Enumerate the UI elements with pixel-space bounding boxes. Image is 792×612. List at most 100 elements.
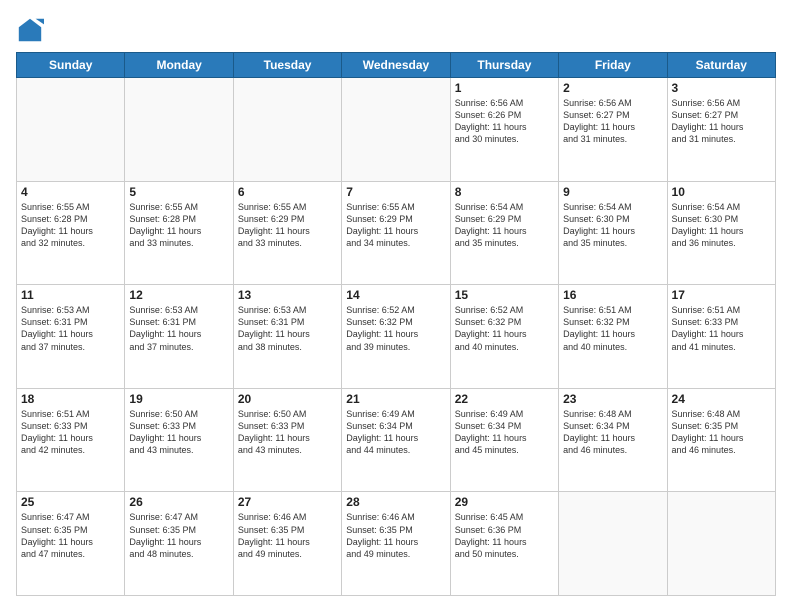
day-number: 2 [563, 81, 662, 95]
day-number: 10 [672, 185, 771, 199]
day-info: Sunrise: 6:48 AM Sunset: 6:34 PM Dayligh… [563, 408, 662, 457]
calendar-cell [342, 78, 450, 182]
calendar-cell: 20 Sunrise: 6:50 AM Sunset: 6:33 PM Dayli… [233, 388, 341, 492]
day-number: 11 [21, 288, 120, 302]
calendar-cell: 25 Sunrise: 6:47 AM Sunset: 6:35 PM Dayli… [17, 492, 125, 596]
calendar-cell: 24 Sunrise: 6:48 AM Sunset: 6:35 PM Dayli… [667, 388, 775, 492]
day-number: 27 [238, 495, 337, 509]
day-info: Sunrise: 6:56 AM Sunset: 6:27 PM Dayligh… [672, 97, 771, 146]
calendar-cell [667, 492, 775, 596]
day-number: 12 [129, 288, 228, 302]
page: SundayMondayTuesdayWednesdayThursdayFrid… [0, 0, 792, 612]
day-number: 4 [21, 185, 120, 199]
day-info: Sunrise: 6:49 AM Sunset: 6:34 PM Dayligh… [455, 408, 554, 457]
calendar-cell: 12 Sunrise: 6:53 AM Sunset: 6:31 PM Dayli… [125, 285, 233, 389]
day-number: 17 [672, 288, 771, 302]
calendar-cell: 28 Sunrise: 6:46 AM Sunset: 6:35 PM Dayli… [342, 492, 450, 596]
day-number: 21 [346, 392, 445, 406]
day-info: Sunrise: 6:45 AM Sunset: 6:36 PM Dayligh… [455, 511, 554, 560]
header [16, 16, 776, 44]
weekday-header: Friday [559, 53, 667, 78]
calendar-cell: 8 Sunrise: 6:54 AM Sunset: 6:29 PM Daylig… [450, 181, 558, 285]
day-info: Sunrise: 6:48 AM Sunset: 6:35 PM Dayligh… [672, 408, 771, 457]
day-info: Sunrise: 6:54 AM Sunset: 6:29 PM Dayligh… [455, 201, 554, 250]
weekday-header: Sunday [17, 53, 125, 78]
calendar-cell: 29 Sunrise: 6:45 AM Sunset: 6:36 PM Dayli… [450, 492, 558, 596]
calendar-cell [125, 78, 233, 182]
calendar-cell: 15 Sunrise: 6:52 AM Sunset: 6:32 PM Dayli… [450, 285, 558, 389]
day-number: 3 [672, 81, 771, 95]
weekday-header: Thursday [450, 53, 558, 78]
day-number: 16 [563, 288, 662, 302]
calendar-cell: 10 Sunrise: 6:54 AM Sunset: 6:30 PM Dayli… [667, 181, 775, 285]
day-info: Sunrise: 6:53 AM Sunset: 6:31 PM Dayligh… [238, 304, 337, 353]
day-number: 26 [129, 495, 228, 509]
day-number: 20 [238, 392, 337, 406]
day-info: Sunrise: 6:55 AM Sunset: 6:28 PM Dayligh… [21, 201, 120, 250]
weekday-header: Tuesday [233, 53, 341, 78]
day-info: Sunrise: 6:56 AM Sunset: 6:26 PM Dayligh… [455, 97, 554, 146]
day-number: 22 [455, 392, 554, 406]
calendar-cell: 27 Sunrise: 6:46 AM Sunset: 6:35 PM Dayli… [233, 492, 341, 596]
calendar-cell [559, 492, 667, 596]
calendar-week-row: 11 Sunrise: 6:53 AM Sunset: 6:31 PM Dayli… [17, 285, 776, 389]
calendar-cell: 22 Sunrise: 6:49 AM Sunset: 6:34 PM Dayli… [450, 388, 558, 492]
calendar-week-row: 4 Sunrise: 6:55 AM Sunset: 6:28 PM Daylig… [17, 181, 776, 285]
day-info: Sunrise: 6:50 AM Sunset: 6:33 PM Dayligh… [238, 408, 337, 457]
day-info: Sunrise: 6:55 AM Sunset: 6:29 PM Dayligh… [238, 201, 337, 250]
day-number: 14 [346, 288, 445, 302]
day-info: Sunrise: 6:56 AM Sunset: 6:27 PM Dayligh… [563, 97, 662, 146]
day-number: 8 [455, 185, 554, 199]
logo [16, 16, 48, 44]
calendar-cell: 3 Sunrise: 6:56 AM Sunset: 6:27 PM Daylig… [667, 78, 775, 182]
day-number: 25 [21, 495, 120, 509]
day-info: Sunrise: 6:50 AM Sunset: 6:33 PM Dayligh… [129, 408, 228, 457]
calendar-cell: 19 Sunrise: 6:50 AM Sunset: 6:33 PM Dayli… [125, 388, 233, 492]
day-info: Sunrise: 6:54 AM Sunset: 6:30 PM Dayligh… [672, 201, 771, 250]
calendar-cell [233, 78, 341, 182]
calendar-cell: 7 Sunrise: 6:55 AM Sunset: 6:29 PM Daylig… [342, 181, 450, 285]
calendar-cell: 5 Sunrise: 6:55 AM Sunset: 6:28 PM Daylig… [125, 181, 233, 285]
calendar-week-row: 25 Sunrise: 6:47 AM Sunset: 6:35 PM Dayli… [17, 492, 776, 596]
day-number: 18 [21, 392, 120, 406]
day-number: 29 [455, 495, 554, 509]
weekday-header: Monday [125, 53, 233, 78]
day-info: Sunrise: 6:53 AM Sunset: 6:31 PM Dayligh… [129, 304, 228, 353]
day-info: Sunrise: 6:49 AM Sunset: 6:34 PM Dayligh… [346, 408, 445, 457]
weekday-header: Wednesday [342, 53, 450, 78]
day-info: Sunrise: 6:54 AM Sunset: 6:30 PM Dayligh… [563, 201, 662, 250]
calendar-cell: 4 Sunrise: 6:55 AM Sunset: 6:28 PM Daylig… [17, 181, 125, 285]
day-info: Sunrise: 6:47 AM Sunset: 6:35 PM Dayligh… [129, 511, 228, 560]
day-info: Sunrise: 6:52 AM Sunset: 6:32 PM Dayligh… [346, 304, 445, 353]
day-number: 13 [238, 288, 337, 302]
day-number: 9 [563, 185, 662, 199]
day-info: Sunrise: 6:47 AM Sunset: 6:35 PM Dayligh… [21, 511, 120, 560]
day-number: 28 [346, 495, 445, 509]
day-number: 15 [455, 288, 554, 302]
day-info: Sunrise: 6:51 AM Sunset: 6:33 PM Dayligh… [21, 408, 120, 457]
weekday-header: Saturday [667, 53, 775, 78]
day-number: 1 [455, 81, 554, 95]
day-number: 5 [129, 185, 228, 199]
logo-icon [16, 16, 44, 44]
day-number: 19 [129, 392, 228, 406]
calendar-cell: 21 Sunrise: 6:49 AM Sunset: 6:34 PM Dayli… [342, 388, 450, 492]
calendar-cell: 9 Sunrise: 6:54 AM Sunset: 6:30 PM Daylig… [559, 181, 667, 285]
calendar-cell: 26 Sunrise: 6:47 AM Sunset: 6:35 PM Dayli… [125, 492, 233, 596]
day-info: Sunrise: 6:52 AM Sunset: 6:32 PM Dayligh… [455, 304, 554, 353]
calendar-cell: 13 Sunrise: 6:53 AM Sunset: 6:31 PM Dayli… [233, 285, 341, 389]
day-info: Sunrise: 6:55 AM Sunset: 6:29 PM Dayligh… [346, 201, 445, 250]
weekday-header-row: SundayMondayTuesdayWednesdayThursdayFrid… [17, 53, 776, 78]
day-info: Sunrise: 6:55 AM Sunset: 6:28 PM Dayligh… [129, 201, 228, 250]
day-info: Sunrise: 6:46 AM Sunset: 6:35 PM Dayligh… [346, 511, 445, 560]
calendar-cell: 11 Sunrise: 6:53 AM Sunset: 6:31 PM Dayli… [17, 285, 125, 389]
calendar-cell: 23Sunrise: 6:48 AM Sunset: 6:34 PM Dayli… [559, 388, 667, 492]
calendar-cell [17, 78, 125, 182]
day-number: 24 [672, 392, 771, 406]
day-number: 7 [346, 185, 445, 199]
day-info: Sunrise: 6:53 AM Sunset: 6:31 PM Dayligh… [21, 304, 120, 353]
calendar-week-row: 1 Sunrise: 6:56 AM Sunset: 6:26 PM Daylig… [17, 78, 776, 182]
calendar-cell: 16Sunrise: 6:51 AM Sunset: 6:32 PM Dayli… [559, 285, 667, 389]
day-info: Sunrise: 6:46 AM Sunset: 6:35 PM Dayligh… [238, 511, 337, 560]
calendar-cell: 1 Sunrise: 6:56 AM Sunset: 6:26 PM Daylig… [450, 78, 558, 182]
